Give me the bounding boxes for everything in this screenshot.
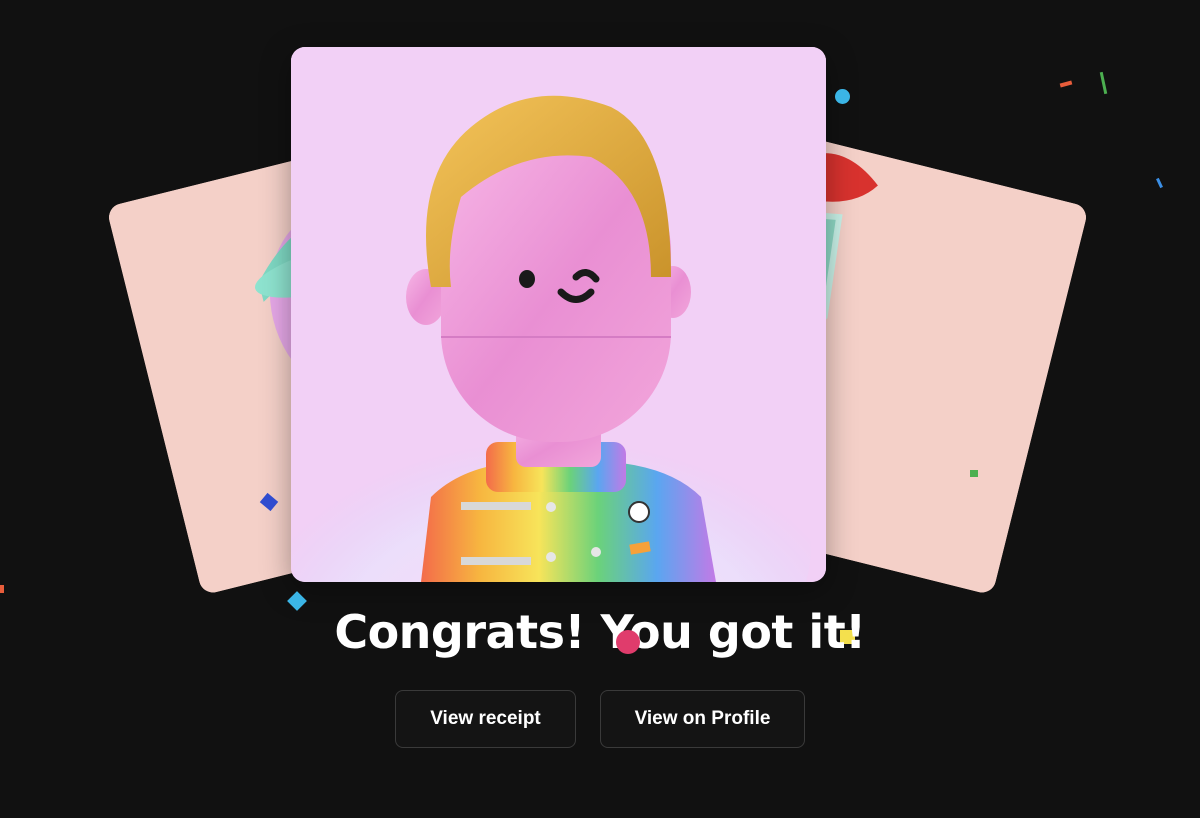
confetti-piece-green xyxy=(1099,71,1108,95)
confetti-piece-green-small xyxy=(970,470,978,477)
nft-character-main-image xyxy=(291,47,826,582)
confetti-piece-teal xyxy=(1156,177,1163,189)
confetti-piece-red-edge xyxy=(0,585,4,593)
view-receipt-button[interactable]: View receipt xyxy=(395,690,576,748)
purchase-success-screen: d s xyxy=(0,0,1200,818)
congrats-title: Congrats! You got it! xyxy=(334,605,866,659)
confetti-dot-blue xyxy=(835,89,850,104)
action-buttons: View receipt View on Profile xyxy=(0,690,1200,748)
nft-card-main xyxy=(291,47,826,582)
view-on-profile-button[interactable]: View on Profile xyxy=(600,690,805,748)
confetti-dot-pink xyxy=(616,630,640,654)
confetti-piece-orange xyxy=(1059,80,1073,88)
